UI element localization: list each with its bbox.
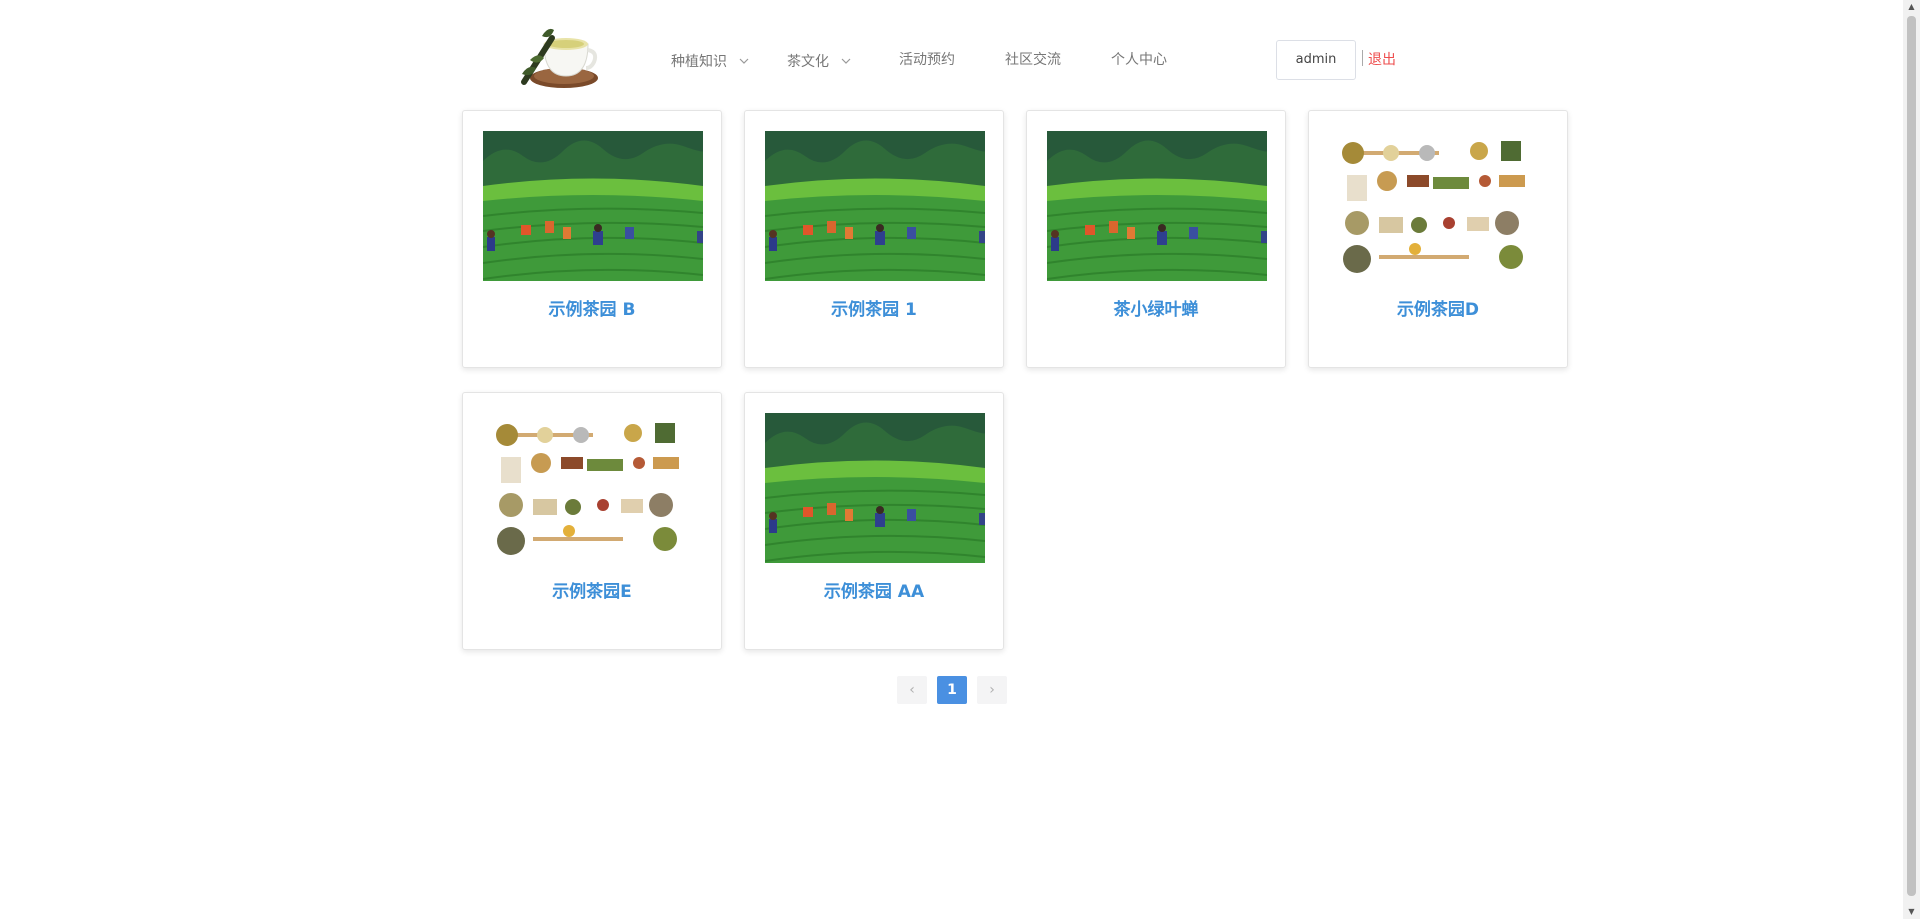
scroll-down-icon[interactable]: ▼ [1903,905,1920,919]
prev-page-button[interactable]: ‹ [897,676,927,704]
garden-card[interactable]: 示例茶园E [462,392,722,650]
logo[interactable] [512,10,608,96]
tea-field-photo [765,413,985,563]
logout-link[interactable]: 退出 [1368,40,1396,80]
garden-card[interactable]: 示例茶园 1 [744,110,1004,368]
nav-tea-culture[interactable]: 茶文化 [787,40,851,80]
herbs-spices-photo [1329,131,1549,281]
tea-field-photo [765,131,985,281]
nav-activity-booking[interactable]: 活动预约 [899,40,955,80]
nav-personal-center-label: 个人中心 [1111,52,1167,68]
chevron-down-icon [841,40,851,80]
page-number-current[interactable]: 1 [937,676,967,704]
nav-personal-center[interactable]: 个人中心 [1111,40,1167,80]
garden-card[interactable]: 示例茶园 AA [744,392,1004,650]
nav-activity-booking-label: 活动预约 [899,52,955,68]
tea-field-photo [1047,131,1267,281]
page: 种植知识 茶文化 活动预约 社区交流 个人中心 admin 退出 示例茶园 B … [0,0,1903,919]
garden-card[interactable]: 茶小绿叶蝉 [1026,110,1286,368]
garden-card[interactable]: 示例茶园D [1308,110,1568,368]
next-page-button[interactable]: › [977,676,1007,704]
garden-card-title: 示例茶园D [1396,300,1480,320]
herbs-spices-photo [483,413,703,563]
scroll-thumb[interactable] [1907,16,1916,896]
nav-tea-culture-label: 茶文化 [787,54,829,70]
vertical-scrollbar[interactable]: ▲ ▼ [1903,0,1920,919]
garden-card-title: 茶小绿叶蝉 [1113,300,1199,320]
garden-card[interactable]: 示例茶园 B [462,110,722,368]
nav-planting-knowledge[interactable]: 种植知识 [671,40,749,80]
scroll-up-icon[interactable]: ▲ [1903,0,1920,14]
garden-card-title: 示例茶园E [552,582,632,602]
nav-planting-knowledge-label: 种植知识 [671,54,727,70]
nav-community-label: 社区交流 [1005,52,1061,68]
tea-cup-logo-icon [521,28,598,88]
tea-field-photo [483,131,703,281]
nav-community[interactable]: 社区交流 [1005,40,1061,80]
divider [1362,50,1363,66]
chevron-down-icon [739,40,749,80]
user-button[interactable]: admin [1276,40,1356,80]
garden-card-title: 示例茶园 B [548,300,636,320]
garden-card-title: 示例茶园 1 [831,300,917,320]
garden-card-title: 示例茶园 AA [823,582,925,602]
